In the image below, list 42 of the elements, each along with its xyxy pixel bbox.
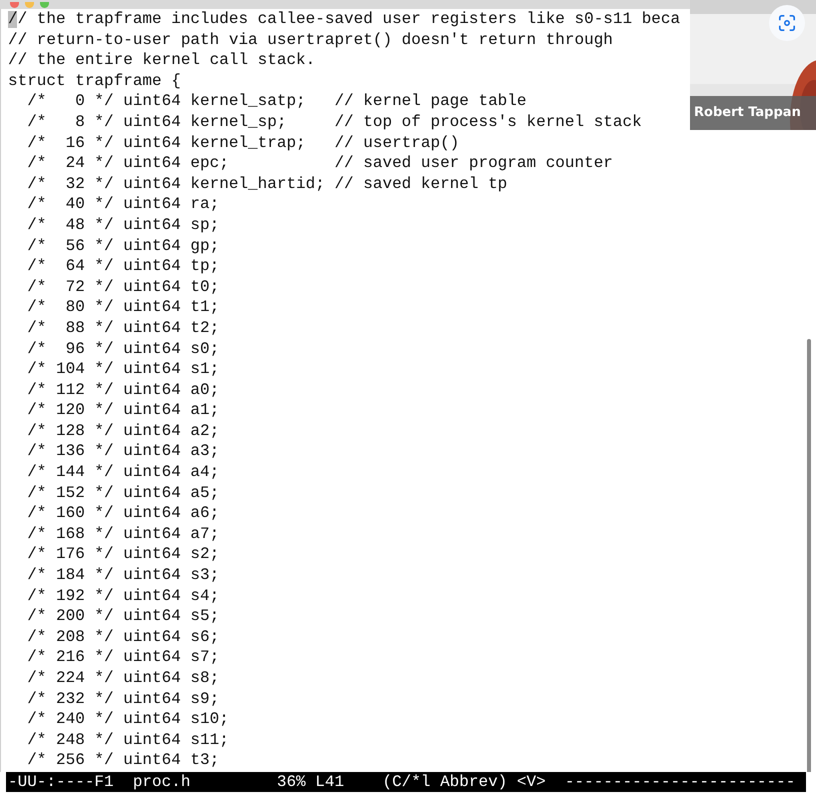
code-line: /* 112 */ uint64 a0;	[26, 380, 220, 400]
code-line: /* 248 */ uint64 s11;	[26, 730, 229, 750]
code-line: /* 64 */ uint64 tp;	[26, 256, 220, 277]
speaker-name: Robert Tappan	[690, 96, 816, 130]
code-line: /* 136 */ uint64 a3;	[26, 441, 220, 462]
code-line: /* 128 */ uint64 a2;	[26, 420, 220, 442]
code-line: /* 16 */ uint64 kernel_trap; // usertrap()	[26, 132, 460, 154]
code-line: /* 224 */ uint64 s8;	[26, 668, 220, 689]
code-line: /* 216 */ uint64 s7;	[26, 647, 220, 668]
code-line: /* 232 */ uint64 s9;	[26, 688, 220, 710]
code-line: /* 200 */ uint64 s5;	[26, 606, 220, 627]
code-line: /* 0 */ uint64 kernel_satp; // kernel page table	[26, 91, 526, 112]
close-icon[interactable]	[10, 2, 19, 8]
code-line: /* 96 */ uint64 s0;	[26, 338, 220, 360]
code-line: /* 208 */ uint64 s6;	[26, 626, 220, 648]
code-line: /* 32 */ uint64 kernel_hartid; // saved kernel tp	[26, 174, 508, 194]
code-line: /* 48 */ uint64 sp;	[26, 214, 220, 236]
code-line: /* 240 */ uint64 s10;	[26, 709, 229, 730]
camera-focus-icon	[778, 14, 796, 32]
scrollbar-thumb[interactable]	[807, 339, 811, 772]
code-line: /* 24 */ uint64 epc; // saved user program counter	[26, 153, 613, 174]
code-line: /* 8 */ uint64 kernel_sp; // top of process's kernel stack	[26, 112, 642, 133]
code-line: /* 80 */ uint64 t1;	[26, 297, 220, 318]
code-line: /* 176 */ uint64 s2;	[26, 544, 220, 566]
code-line: struct trapframe {	[8, 70, 181, 92]
code-line: // return-to-user path via usertrapret() doesn't return through	[8, 30, 613, 50]
code-line: /* 256 */ uint64 t3;	[26, 750, 220, 771]
code-line: /* 192 */ uint64 s4;	[26, 586, 220, 606]
code-line: // the entire kernel call stack.	[8, 50, 316, 71]
code-line: /* 104 */ uint64 s1;	[26, 359, 220, 380]
code-line: /* 40 */ uint64 ra;	[26, 194, 220, 215]
code-line: /* 120 */ uint64 a1;	[26, 400, 220, 421]
code-line: /* 168 */ uint64 a7;	[26, 524, 220, 544]
code-line: /* 88 */ uint64 t2;	[26, 318, 220, 338]
code-line: /* 184 */ uint64 s3;	[26, 565, 220, 586]
code-line: /* 56 */ uint64 gp;	[26, 236, 220, 256]
code-line: /* 72 */ uint64 t0;	[26, 276, 220, 298]
minimize-icon[interactable]	[25, 2, 34, 8]
code-line: /* 144 */ uint64 a4;	[26, 462, 220, 483]
code-line: /* 152 */ uint64 a5;	[26, 482, 220, 504]
code-line: /* 160 */ uint64 a6;	[26, 503, 220, 524]
maximize-icon[interactable]	[40, 2, 49, 8]
